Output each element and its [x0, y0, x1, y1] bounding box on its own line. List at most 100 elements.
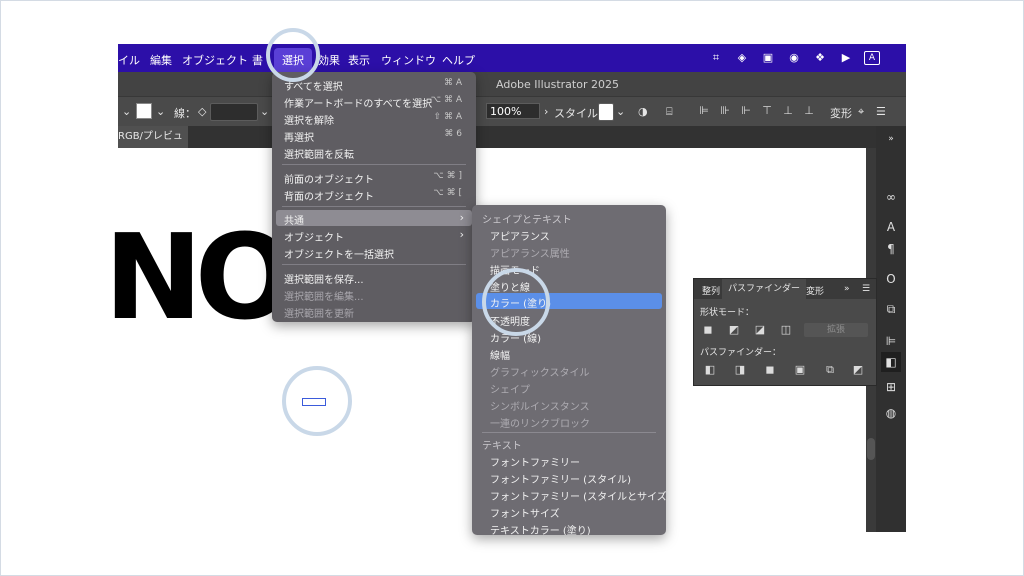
submenu-header: シェイプとテキスト	[482, 215, 572, 226]
paragraph-icon[interactable]: ¶	[884, 242, 898, 256]
chevron-right-icon: ›	[459, 211, 464, 224]
menu-item[interactable]: 選択範囲を反転	[272, 144, 476, 161]
menu-item[interactable]: 選択を解除 ⇧ ⌘ A	[272, 110, 476, 127]
submenu-item[interactable]: シンボルインスタンス	[472, 396, 666, 413]
menu-list-icon[interactable]: ☰	[876, 105, 886, 118]
document-tabs: RGB/プレビュー)	[118, 126, 876, 164]
highlight-ring	[266, 28, 320, 82]
menu-separator	[282, 164, 466, 165]
expand-panel-icon[interactable]: »	[844, 284, 850, 294]
shape-modes-label: 形状モード：	[700, 308, 755, 318]
align-bottom-icon[interactable]: ⊥	[803, 104, 815, 118]
chevron-down-icon[interactable]: ⌄	[156, 105, 165, 118]
align-right-icon[interactable]: ⊩	[740, 104, 752, 118]
submenu-item[interactable]: フォントファミリー (スタイルとサイズ)	[472, 486, 666, 503]
chevron-down-icon[interactable]: ⌄	[122, 105, 131, 118]
a-icon[interactable]: A	[864, 51, 880, 65]
creative-icon[interactable]: ◉	[786, 50, 802, 66]
stroke-label: 線：	[174, 107, 196, 120]
outline-icon[interactable]: ⧉	[824, 364, 836, 376]
align-middle-icon[interactable]: ⊥	[782, 104, 794, 118]
tab-pathfinder[interactable]: パスファインダー	[722, 279, 807, 299]
opentype-icon[interactable]: O	[884, 272, 898, 286]
menu-item[interactable]: 選択範囲を更新	[272, 303, 476, 320]
menu-separator	[282, 206, 466, 207]
menu-item[interactable]: 再選択 ⌘ 6	[272, 127, 476, 144]
app-icon[interactable]: ▣	[760, 50, 776, 66]
chevron-right-icon[interactable]: ›	[544, 105, 548, 118]
trim-icon[interactable]: ◨	[734, 364, 746, 376]
transform-icon[interactable]: ⊞	[884, 380, 898, 394]
recolor-icon[interactable]: ◑	[638, 105, 648, 118]
zoom-field[interactable]: 100%	[486, 103, 540, 119]
submenu-item[interactable]: アピアランス	[472, 226, 666, 243]
menu-item[interactable]: 選択範囲を保存...	[272, 269, 476, 286]
links-icon[interactable]: ∞	[884, 190, 898, 204]
transform-panel-icon[interactable]: ⧉	[884, 302, 898, 316]
highlight-ring	[282, 366, 352, 436]
merge-icon[interactable]: ◼	[764, 364, 776, 376]
collapse-icon[interactable]: »	[884, 132, 898, 146]
stroke-none-icon[interactable]	[136, 103, 152, 119]
submenu-item[interactable]: 一連のリンクブロック	[472, 413, 666, 430]
chevron-down-icon[interactable]: ⌄	[616, 105, 625, 118]
style-swatch[interactable]	[598, 103, 614, 121]
transform-label[interactable]: 変形	[830, 105, 852, 121]
menu-window[interactable]: ウィンドウ	[381, 52, 436, 68]
title-bar: Adobe Illustrator 2025	[118, 72, 906, 96]
submenu-item[interactable]: アピアランス属性	[472, 243, 666, 260]
tab-transform[interactable]: 変形	[806, 284, 824, 297]
menu-type[interactable]: 書	[252, 52, 263, 68]
crop-icon[interactable]: ▣	[794, 364, 806, 376]
align-center-icon[interactable]: ⊪	[719, 104, 731, 118]
align-left-icon[interactable]: ⊫	[698, 104, 710, 118]
submenu-item[interactable]: テキストカラー (塗り)	[472, 520, 666, 535]
submenu-item[interactable]: フォントサイズ	[472, 503, 666, 520]
divide-icon[interactable]: ◧	[704, 364, 716, 376]
exclude-icon[interactable]: ◫	[780, 324, 792, 336]
menu-object[interactable]: オブジェクト	[182, 52, 248, 68]
dropbox-icon[interactable]: ❖	[812, 50, 828, 66]
extension-icon[interactable]: ⌗	[708, 50, 724, 66]
menu-item[interactable]: 前面のオブジェクト ⌥ ⌘ ]	[272, 169, 476, 186]
play-icon[interactable]: ▶	[838, 50, 854, 66]
expand-button[interactable]: 拡張	[804, 323, 868, 337]
menu-item[interactable]: 背面のオブジェクト ⌥ ⌘ [	[272, 186, 476, 203]
stepper-icon[interactable]: ◇	[198, 105, 206, 118]
minus-front-icon[interactable]: ◩	[728, 324, 740, 336]
appearance-icon[interactable]: ◍	[884, 406, 898, 420]
menu-item-object[interactable]: オブジェクト ›	[272, 227, 476, 244]
pathfinder-panel-icon[interactable]: ◧	[881, 352, 901, 372]
menu-item-same[interactable]: 共通 ›	[276, 210, 472, 227]
control-bar: ⌄ ⌄ 線： ◇ ⌄ 100% › スタイル： ⌄ ◑ ⌸ ⊫ ⊪ ⊩ ⊤ ⊥ …	[118, 96, 906, 127]
document-tab[interactable]: RGB/プレビュー)	[118, 126, 188, 164]
menu-file[interactable]: イル	[118, 52, 140, 68]
menu-edit[interactable]: 編集	[150, 52, 172, 68]
minus-back-icon[interactable]: ◩	[852, 364, 864, 376]
align-top-icon[interactable]: ⊤	[761, 104, 773, 118]
same-submenu: シェイプとテキスト アピアランス アピアランス属性 描画モード 塗りと線 カラー…	[472, 205, 666, 535]
panel-menu-icon[interactable]: ☰	[862, 284, 870, 294]
submenu-item[interactable]: グラフィックスタイル	[472, 362, 666, 379]
menu-view[interactable]: 表示	[348, 52, 370, 68]
submenu-item[interactable]: シェイプ	[472, 379, 666, 396]
submenu-item[interactable]: フォントファミリー	[472, 452, 666, 469]
intersect-icon[interactable]: ◪	[754, 324, 766, 336]
chevron-down-icon[interactable]: ⌄	[260, 105, 269, 118]
menu-effect[interactable]: 効果	[318, 52, 340, 68]
character-icon[interactable]: A	[884, 220, 898, 234]
unite-icon[interactable]: ◼	[702, 324, 714, 336]
menu-item[interactable]: 選択範囲を編集...	[272, 286, 476, 303]
doc-setup-icon[interactable]: ⌸	[666, 105, 673, 119]
submenu-item[interactable]: フォントファミリー (スタイル)	[472, 469, 666, 486]
stroke-weight-field[interactable]	[210, 103, 258, 121]
scrollbar-thumb[interactable]	[867, 438, 875, 460]
menu-help[interactable]: ヘルプ	[442, 52, 475, 68]
tab-align[interactable]: 整列	[702, 284, 720, 297]
menu-item[interactable]: オブジェクトを一括選択	[272, 244, 476, 261]
menu-item[interactable]: 作業アートボードのすべてを選択 ⌥ ⌘ A	[272, 93, 476, 110]
align-panel-icon[interactable]: ⊫	[884, 334, 898, 348]
isolate-icon[interactable]: ⌖	[858, 105, 864, 119]
cc-icon[interactable]: ◈	[734, 50, 750, 66]
submenu-item[interactable]: 線幅	[472, 345, 666, 362]
